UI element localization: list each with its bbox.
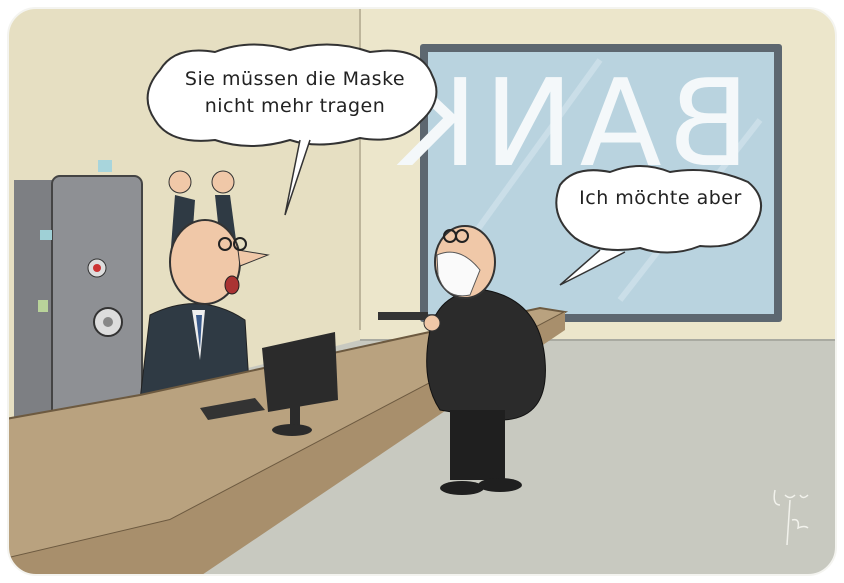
cartoon-scene: BANK Sie müssen die Maske nicht mehr tra… (0, 0, 844, 583)
cartoon-illustration: BANK (7, 7, 837, 576)
speech-text-robber: Ich möchte aber (579, 187, 742, 209)
safe (14, 160, 143, 427)
speech-text-teller: Sie müssen die Maske nicht mehr tragen (184, 68, 406, 117)
